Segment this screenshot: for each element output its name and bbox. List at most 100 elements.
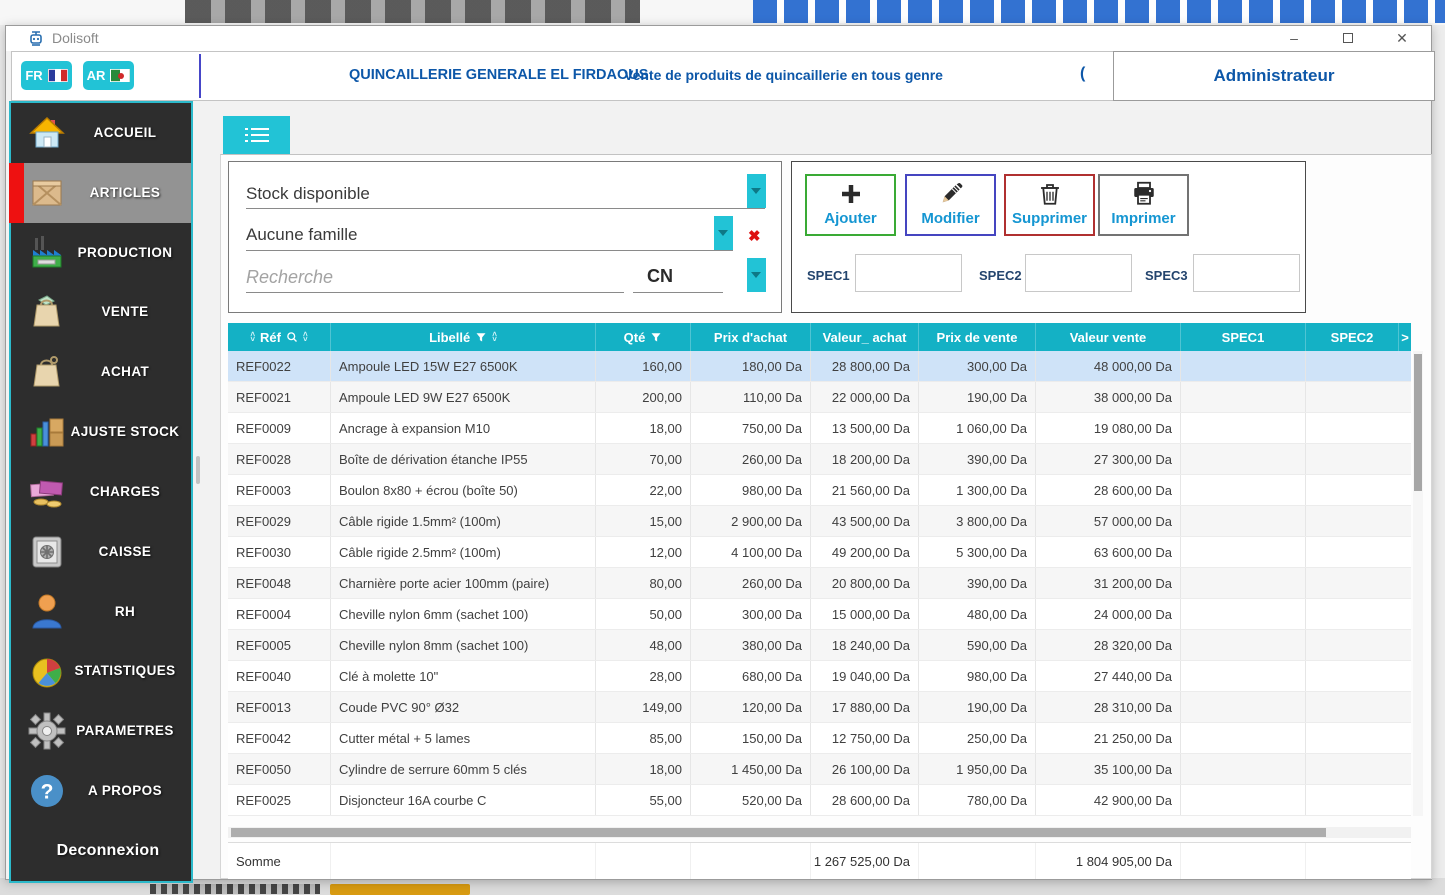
sidebar-item-deconnexion[interactable]: Deconnexion [11, 821, 191, 881]
search-mode-dropdown-icon[interactable] [747, 258, 766, 292]
filter-icon[interactable] [475, 331, 487, 343]
sidebar-item-label: AJUSTE STOCK [70, 424, 180, 440]
cell-qte: 55,00 [596, 785, 691, 815]
sidebar-item-parametres[interactable]: PARAMETRES [11, 701, 191, 761]
spec3-field[interactable] [1193, 254, 1300, 292]
chevron-right-icon[interactable]: > [1399, 323, 1411, 351]
table-row[interactable]: REF0050 Cylindre de serrure 60mm 5 clés 18… [228, 754, 1411, 785]
family-filter-combobox[interactable]: Aucune famille [246, 225, 358, 245]
table-row[interactable]: REF0025 Disjoncteur 16A courbe C 55,00 520,… [228, 785, 1411, 816]
horizontal-scrollbar[interactable] [228, 827, 1411, 838]
cell-spec2 [1306, 382, 1399, 412]
sidebar-item-caisse[interactable]: CAISSE [11, 522, 191, 582]
list-tab-button[interactable] [223, 116, 290, 154]
table-row[interactable]: REF0004 Cheville nylon 6mm (sachet 100) 50… [228, 599, 1411, 630]
table-row[interactable]: REF0048 Charnière porte acier 100mm (pair… [228, 568, 1411, 599]
cell-valeur-vente: 27 300,00 Da [1036, 444, 1181, 474]
sidebar-item-production[interactable]: PRODUCTION [11, 223, 191, 283]
sort-carets-icon[interactable]: ˄ ˅ [250, 331, 255, 344]
sidebar-item-label: ACCUEIL [93, 124, 157, 140]
language-fr-button[interactable]: FR [21, 61, 72, 90]
cell-qte: 160,00 [596, 351, 691, 381]
filter-icon[interactable] [650, 331, 662, 343]
cell-ref: REF0028 [228, 444, 331, 474]
sidebar-item-vente[interactable]: VENTE [11, 283, 191, 343]
sort-carets-icon[interactable]: ˄ ˅ [492, 331, 497, 344]
table-row[interactable]: REF0030 Câble rigide 2.5mm² (100m) 12,00 4 … [228, 537, 1411, 568]
table-row[interactable]: REF0009 Ancrage à expansion M10 18,00 750,0… [228, 413, 1411, 444]
clear-family-filter-icon[interactable]: ✖ [748, 227, 761, 245]
table-row[interactable]: REF0021 Ampoule LED 9W E27 6500K 200,00 110… [228, 382, 1411, 413]
column-header-valeur-vente[interactable]: Valeur vente [1036, 323, 1181, 351]
column-header-valeur-achat[interactable]: Valeur_ achat [811, 323, 919, 351]
horizontal-scrollbar-thumb[interactable] [231, 828, 1326, 837]
edit-button[interactable]: Modifier [905, 174, 996, 236]
edit-button-label: Modifier [921, 210, 980, 227]
close-button[interactable]: ✕ [1385, 28, 1419, 48]
company-name: QUINCAILLERIE GENERALE EL FIRDAOUS [349, 67, 649, 83]
sidebar-item-charges[interactable]: CHARGES [11, 462, 191, 522]
sidebar-item-statistiques[interactable]: STATISTIQUES [11, 642, 191, 702]
cell-spec2 [1306, 599, 1399, 629]
table-row[interactable]: REF0013 Coude PVC 90° Ø32 149,00 120,00 Da 1… [228, 692, 1411, 723]
cell-spec1 [1181, 599, 1306, 629]
list-icon [244, 128, 269, 142]
sum-valeur-vente: 1 804 905,00 Da [1036, 843, 1181, 879]
sidebar-item-articles[interactable]: ARTICLES [9, 162, 191, 223]
column-header-prix-d-achat[interactable]: Prix d'achat [691, 323, 811, 351]
vertical-scrollbar[interactable] [1413, 351, 1423, 816]
spec1-field[interactable] [855, 254, 962, 292]
sort-carets-icon[interactable]: ˄ ˅ [303, 331, 308, 344]
column-header-prix-de-vente[interactable]: Prix de vente [919, 323, 1036, 351]
cell-spec1 [1181, 661, 1306, 691]
column-header-spec1[interactable]: SPEC1 [1181, 323, 1306, 351]
column-header-libell-[interactable]: Libellé ˄ ˅ [331, 323, 596, 351]
search-input[interactable]: Recherche [246, 267, 333, 288]
cell-qte: 85,00 [596, 723, 691, 753]
sidebar-scrollbar[interactable] [196, 456, 200, 484]
sidebar-item-label: ACHAT [100, 364, 150, 380]
background-text-fragment-bottom [150, 884, 320, 894]
cell-spec1 [1181, 723, 1306, 753]
sidebar-item-ajuste-stock[interactable]: AJUSTE STOCK [11, 402, 191, 462]
column-header-spec2[interactable]: SPEC2 [1306, 323, 1399, 351]
vertical-scrollbar-thumb[interactable] [1414, 354, 1422, 491]
table-row[interactable]: REF0040 Clé à molette 10" 28,00 680,00 Da 19… [228, 661, 1411, 692]
column-header-r-f[interactable]: ˄ ˅ Réf ˄ ˅ [228, 323, 331, 351]
column-header-label: Valeur_ achat [822, 329, 907, 345]
table-row[interactable]: REF0022 Ampoule LED 15W E27 6500K 160,00 18… [228, 351, 1411, 382]
search-mode-combobox[interactable]: CN [647, 266, 673, 287]
cell-qte: 149,00 [596, 692, 691, 722]
pencil-icon [942, 182, 962, 203]
purchase-bag-icon [25, 351, 69, 393]
cell-prix-achat: 4 100,00 Da [691, 537, 811, 567]
table-row[interactable]: REF0005 Cheville nylon 8mm (sachet 100) 48… [228, 630, 1411, 661]
spec2-field[interactable] [1025, 254, 1132, 292]
maximize-button[interactable] [1331, 28, 1365, 48]
sidebar-item-a-propos[interactable]: ? A PROPOS [11, 761, 191, 821]
sidebar-item-achat[interactable]: ACHAT [11, 342, 191, 402]
sidebar-item-rh[interactable]: RH [11, 582, 191, 642]
cell-libelle: Boîte de dérivation étanche IP55 [331, 444, 596, 474]
stock-filter-dropdown-icon[interactable] [747, 174, 766, 208]
background-version-badge [330, 884, 470, 895]
sidebar-item-label: PRODUCTION [77, 244, 173, 260]
add-button[interactable]: Ajouter [805, 174, 896, 236]
minimize-button[interactable]: – [1277, 28, 1311, 48]
search-icon[interactable] [286, 331, 298, 343]
sum-row: Somme 1 267 525,00 Da 1 804 905,00 Da [228, 842, 1411, 879]
print-button[interactable]: Imprimer [1098, 174, 1189, 236]
table-row[interactable]: REF0003 Boulon 8x80 + écrou (boîte 50) 22,… [228, 475, 1411, 506]
sidebar-item-accueil[interactable]: ACCUEIL [11, 103, 191, 163]
cell-qte: 28,00 [596, 661, 691, 691]
family-filter-dropdown-icon[interactable] [714, 216, 733, 250]
table-row[interactable]: REF0029 Câble rigide 1.5mm² (100m) 15,00 2 … [228, 506, 1411, 537]
table-row[interactable]: REF0042 Cutter métal + 5 lames 85,00 150,00… [228, 723, 1411, 754]
print-button-label: Imprimer [1111, 210, 1176, 227]
column-header-qt-[interactable]: Qté [596, 323, 691, 351]
sidebar-item-label: PARAMETRES [76, 723, 174, 739]
table-row[interactable]: REF0028 Boîte de dérivation étanche IP55 7… [228, 444, 1411, 475]
stock-filter-combobox[interactable]: Stock disponible [246, 184, 370, 204]
delete-button[interactable]: Supprimer [1004, 174, 1095, 236]
language-ar-button[interactable]: AR [83, 61, 134, 90]
